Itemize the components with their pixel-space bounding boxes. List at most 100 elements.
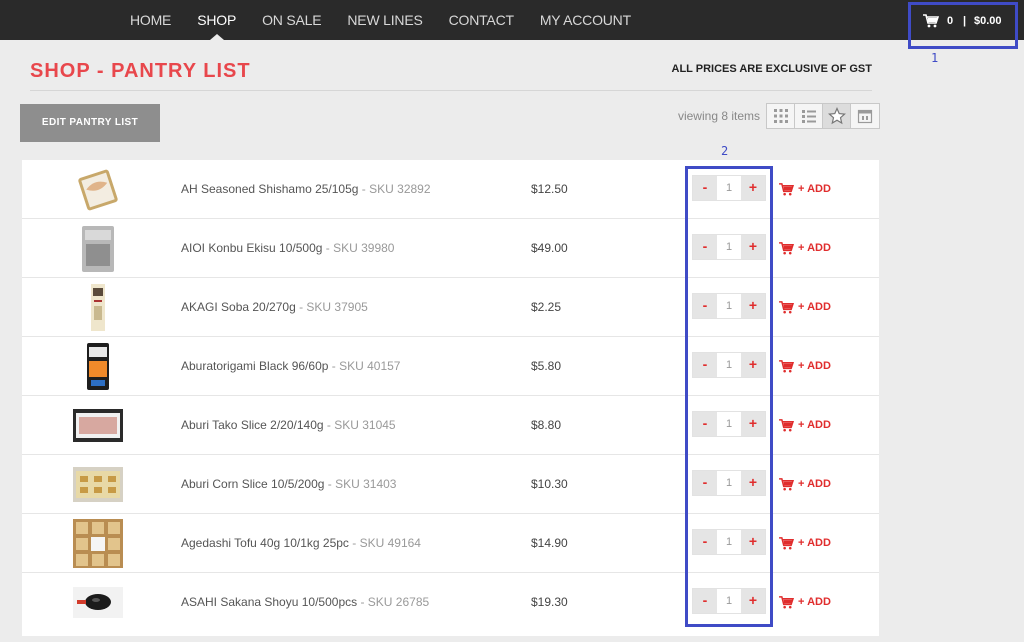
add-label: + ADD xyxy=(798,478,831,490)
calendar-view-button[interactable] xyxy=(851,104,879,128)
increase-quantity-button[interactable]: + xyxy=(741,176,765,200)
product-name[interactable]: Aburi Corn Slice 10/5/200g - SKU 31403 xyxy=(181,477,396,491)
quantity-stepper: - + xyxy=(692,529,766,555)
quantity-input[interactable] xyxy=(717,353,741,377)
table-row: Aburi Corn Slice 10/5/200g - SKU 31403 $… xyxy=(22,455,879,514)
list-icon xyxy=(801,110,816,123)
increase-quantity-button[interactable]: + xyxy=(741,530,765,554)
nav-my-account[interactable]: MY ACCOUNT xyxy=(540,0,631,40)
product-thumbnail xyxy=(73,409,123,442)
product-price: $10.30 xyxy=(531,477,568,491)
table-row: Aburi Tako Slice 2/20/140g - SKU 31045 $… xyxy=(22,396,879,455)
quantity-input[interactable] xyxy=(717,471,741,495)
add-to-cart-button[interactable]: + ADD xyxy=(779,535,831,551)
table-row: Aburatorigami Black 96/60p - SKU 40157 $… xyxy=(22,337,879,396)
quantity-input[interactable] xyxy=(717,294,741,318)
increase-quantity-button[interactable]: + xyxy=(741,353,765,377)
nav-new-lines[interactable]: NEW LINES xyxy=(347,0,422,40)
decrease-quantity-button[interactable]: - xyxy=(693,235,717,259)
add-to-cart-button[interactable]: + ADD xyxy=(779,358,831,374)
cart-summary[interactable]: 0 | $0.00 xyxy=(908,2,1018,49)
edit-pantry-list-button[interactable]: EDIT PANTRY LIST xyxy=(20,104,160,142)
cart-icon xyxy=(779,241,794,254)
favourites-view-button[interactable] xyxy=(823,104,851,128)
product-name[interactable]: ASAHI Sakana Shoyu 10/500pcs - SKU 26785 xyxy=(181,595,429,609)
add-label: + ADD xyxy=(798,183,831,195)
cart-separator: | xyxy=(963,15,967,27)
nav-contact[interactable]: CONTACT xyxy=(449,0,514,40)
quantity-input[interactable] xyxy=(717,176,741,200)
decrease-quantity-button[interactable]: - xyxy=(693,353,717,377)
nav-on-sale[interactable]: ON SALE xyxy=(262,0,321,40)
nav-home[interactable]: HOME xyxy=(130,0,171,40)
add-label: + ADD xyxy=(798,596,831,608)
cart-icon xyxy=(779,182,794,195)
title-divider xyxy=(30,90,872,91)
cart-icon xyxy=(779,359,794,372)
add-to-cart-button[interactable]: + ADD xyxy=(779,476,831,492)
product-price: $5.80 xyxy=(531,359,562,373)
annotation-label-cart: 1 xyxy=(931,51,939,65)
add-label: + ADD xyxy=(798,242,831,254)
quantity-input[interactable] xyxy=(717,412,741,436)
increase-quantity-button[interactable]: + xyxy=(741,294,765,318)
product-thumbnail xyxy=(78,169,118,211)
add-label: + ADD xyxy=(798,419,831,431)
decrease-quantity-button[interactable]: - xyxy=(693,176,717,200)
product-price: $19.30 xyxy=(531,595,568,609)
increase-quantity-button[interactable]: + xyxy=(741,412,765,436)
product-thumbnail xyxy=(82,226,114,272)
product-thumbnail xyxy=(73,467,123,502)
product-name[interactable]: Agedashi Tofu 40g 10/1kg 25pc - SKU 4916… xyxy=(181,536,421,550)
cart-icon xyxy=(779,300,794,313)
decrease-quantity-button[interactable]: - xyxy=(693,471,717,495)
cart-total: $0.00 xyxy=(974,15,1002,27)
quantity-stepper: - + xyxy=(692,352,766,378)
list-view-button[interactable] xyxy=(795,104,823,128)
decrease-quantity-button[interactable]: - xyxy=(693,412,717,436)
table-row: Agedashi Tofu 40g 10/1kg 25pc - SKU 4916… xyxy=(22,514,879,573)
quantity-input[interactable] xyxy=(717,589,741,613)
grid-view-button[interactable] xyxy=(767,104,795,128)
main-nav: HOME SHOP ON SALE NEW LINES CONTACT MY A… xyxy=(130,0,657,40)
gst-note: ALL PRICES ARE EXCLUSIVE OF GST xyxy=(671,63,872,75)
cart-count: 0 xyxy=(947,15,954,27)
product-thumbnail xyxy=(73,519,123,568)
quantity-input[interactable] xyxy=(717,235,741,259)
quantity-stepper: - + xyxy=(692,234,766,260)
add-to-cart-button[interactable]: + ADD xyxy=(779,594,831,610)
table-row: AKAGI Soba 20/270g - SKU 37905 $2.25 - +… xyxy=(22,278,879,337)
product-thumbnail xyxy=(73,587,123,618)
increase-quantity-button[interactable]: + xyxy=(741,471,765,495)
decrease-quantity-button[interactable]: - xyxy=(693,530,717,554)
product-name[interactable]: AKAGI Soba 20/270g - SKU 37905 xyxy=(181,300,368,314)
quantity-stepper: - + xyxy=(692,470,766,496)
product-price: $2.25 xyxy=(531,300,562,314)
product-thumbnail xyxy=(87,343,109,390)
increase-quantity-button[interactable]: + xyxy=(741,235,765,259)
increase-quantity-button[interactable]: + xyxy=(741,589,765,613)
grid-icon xyxy=(773,109,788,123)
add-label: + ADD xyxy=(798,360,831,372)
table-row: ASAHI Sakana Shoyu 10/500pcs - SKU 26785… xyxy=(22,573,879,632)
top-navigation-bar: HOME SHOP ON SALE NEW LINES CONTACT MY A… xyxy=(0,0,1024,40)
product-name[interactable]: Aburi Tako Slice 2/20/140g - SKU 31045 xyxy=(181,418,396,432)
add-to-cart-button[interactable]: + ADD xyxy=(779,240,831,256)
calendar-icon xyxy=(857,109,873,124)
add-to-cart-button[interactable]: + ADD xyxy=(779,417,831,433)
cart-icon xyxy=(779,477,794,490)
product-price: $49.00 xyxy=(531,241,568,255)
product-name[interactable]: AIOI Konbu Ekisu 10/500g - SKU 39980 xyxy=(181,241,394,255)
product-price: $12.50 xyxy=(531,182,568,196)
add-to-cart-button[interactable]: + ADD xyxy=(779,181,831,197)
quantity-stepper: - + xyxy=(692,411,766,437)
quantity-input[interactable] xyxy=(717,530,741,554)
nav-shop[interactable]: SHOP xyxy=(197,0,236,40)
product-name[interactable]: AH Seasoned Shishamo 25/105g - SKU 32892 xyxy=(181,182,431,196)
product-name[interactable]: Aburatorigami Black 96/60p - SKU 40157 xyxy=(181,359,400,373)
quantity-stepper: - + xyxy=(692,175,766,201)
add-to-cart-button[interactable]: + ADD xyxy=(779,299,831,315)
decrease-quantity-button[interactable]: - xyxy=(693,589,717,613)
cart-icon xyxy=(779,536,794,549)
decrease-quantity-button[interactable]: - xyxy=(693,294,717,318)
